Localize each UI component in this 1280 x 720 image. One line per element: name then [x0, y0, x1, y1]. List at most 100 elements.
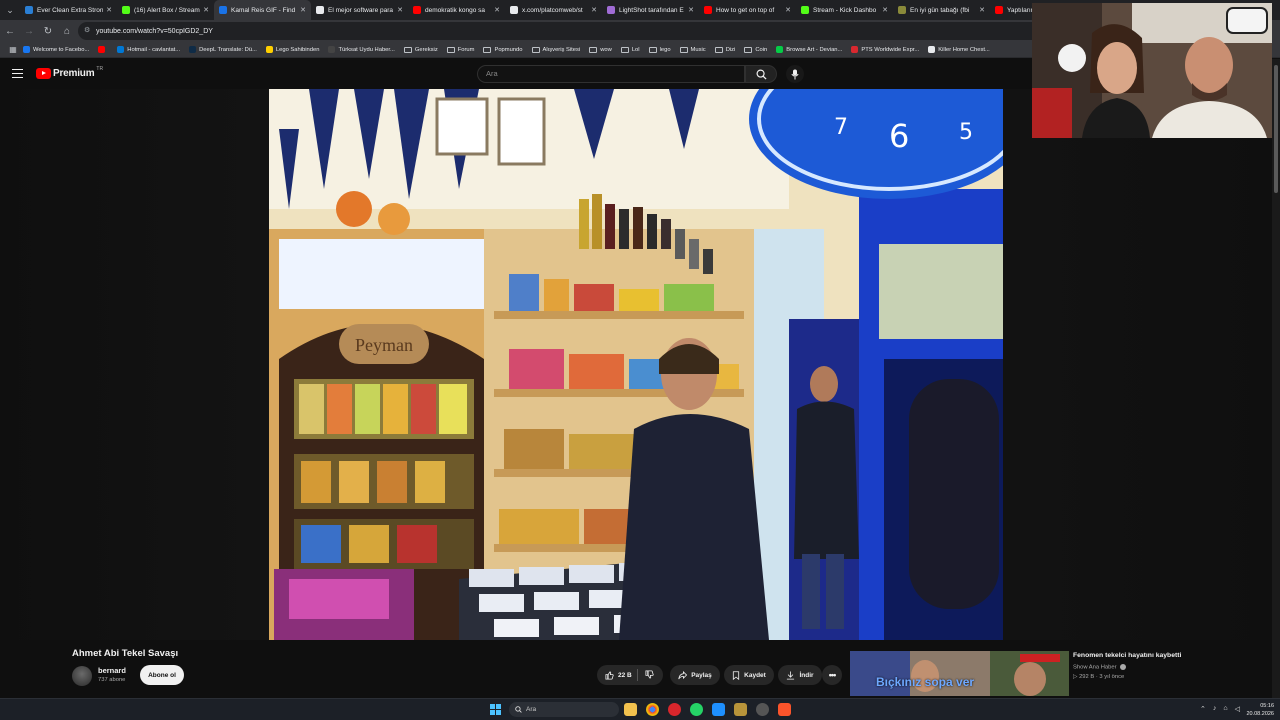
browser-tab[interactable]: demokratik kongo sa ✕ [408, 0, 505, 20]
forward-icon[interactable]: → [20, 22, 38, 40]
system-tray: ⌃ ♪ ⌂ ◁ [1200, 705, 1240, 713]
bookmark-folder[interactable]: Popmundo [483, 46, 523, 53]
folder-icon [620, 46, 629, 53]
bookmark-item[interactable]: Türksat Uydu Haber... [328, 46, 395, 53]
bookmark-folder[interactable]: lego [648, 46, 671, 53]
edge-icon[interactable] [712, 703, 725, 716]
clock-date: 20.08.2026 [1246, 711, 1274, 717]
bookmark-item[interactable]: Welcome to Facebo... [23, 46, 89, 53]
tab-close-icon[interactable]: ✕ [882, 6, 888, 14]
recommended-title[interactable]: Fenomen tekelci hayatını kaybetti [1073, 652, 1181, 659]
recommended-thumbnail[interactable]: Bıçkınız sopa ver [850, 651, 1069, 696]
bookmark-item[interactable]: Lego Sahibinden [265, 46, 319, 53]
bookmark-item[interactable]: PTS Worldwide Expr... [851, 46, 919, 53]
clock-number: 6 [889, 117, 909, 155]
browser-tab[interactable]: El mejor software para ✕ [311, 0, 408, 20]
page-scrollbar[interactable] [1272, 59, 1280, 698]
address-text: youtube.com/watch?v=50cpIGD2_DY [96, 27, 213, 35]
brave-icon[interactable] [778, 703, 791, 716]
apps-grid-icon[interactable]: ▦ [7, 41, 19, 59]
scrollbar-thumb[interactable] [1274, 65, 1278, 193]
like-button[interactable]: 22 B [597, 665, 663, 685]
download-button[interactable]: İndir [778, 665, 822, 685]
search-input[interactable]: Ara [477, 65, 745, 83]
site-info-icon[interactable]: ⚙ [84, 26, 90, 34]
tab-close-icon[interactable]: ✕ [106, 6, 112, 14]
obs-icon[interactable] [756, 703, 769, 716]
tab-favicon-icon [122, 6, 130, 14]
youtube-logo[interactable]: Premium TR [36, 66, 103, 79]
tab-close-icon[interactable]: ✕ [494, 6, 500, 14]
bookmark-label: PTS Worldwide Expr... [861, 46, 920, 53]
tab-close-icon[interactable]: ✕ [300, 6, 306, 14]
bookmark-folder[interactable]: Coin [744, 46, 768, 53]
save-button[interactable]: Kaydet [724, 665, 774, 685]
tab-title: En iyi gün tabağı (fbi [910, 6, 970, 14]
browser-tab[interactable]: Stream - Kick Dashbo ✕ [796, 0, 893, 20]
browser-tab[interactable]: Ever Clean Extra Strong ✕ [20, 0, 117, 20]
browser-tab[interactable]: LightShot tarafından E ✕ [602, 0, 699, 20]
chrome-icon[interactable] [646, 703, 659, 716]
search-button[interactable] [745, 65, 777, 83]
bookmark-folder[interactable]: Lol [620, 46, 640, 53]
voice-search-button[interactable] [786, 65, 804, 83]
bookmark-label: Killer Home Chest... [938, 46, 990, 53]
thumbs-down-icon[interactable] [645, 670, 654, 679]
bookmark-folder[interactable]: Dizi [714, 46, 735, 53]
channel-avatar[interactable] [72, 666, 92, 686]
video-player[interactable]: Peyman 7 6 5 [269, 89, 1003, 640]
bookmark-folder[interactable]: Alışveriş Sitesi [531, 46, 580, 53]
share-button[interactable]: Paylaş [670, 665, 720, 685]
tab-search-icon[interactable]: ⌄ [0, 0, 20, 20]
browser-tab[interactable]: x.com/platcomweb/st ✕ [505, 0, 602, 20]
windows-start-icon[interactable] [490, 704, 501, 715]
tab-close-icon[interactable]: ✕ [785, 6, 791, 14]
whatsapp-icon[interactable] [690, 703, 703, 716]
download-label: İndir [799, 671, 814, 679]
channel-name[interactable]: bernard [98, 666, 126, 675]
more-actions-button[interactable]: ••• [822, 665, 842, 685]
tab-title: demokratik kongo sa [425, 6, 485, 14]
menu-icon[interactable] [12, 69, 23, 78]
taskbar-search[interactable]: Ara [509, 702, 619, 717]
bookmark-label: Türksat Uydu Haber... [338, 46, 395, 53]
tab-close-icon[interactable]: ✕ [203, 6, 209, 14]
bookmark-item[interactable]: DeepL Translate: Dü... [189, 46, 257, 53]
bookmark-label: Lol [631, 46, 640, 53]
opera-icon[interactable] [668, 703, 681, 716]
tab-close-icon[interactable]: ✕ [979, 6, 985, 14]
tab-favicon-icon [801, 6, 809, 14]
subscribe-button[interactable]: Abone ol [140, 665, 184, 685]
share-icon [678, 670, 688, 679]
tab-favicon-icon [316, 6, 324, 14]
bookmark-folder[interactable]: Music [679, 46, 706, 53]
tab-close-icon[interactable]: ✕ [591, 6, 597, 14]
browser-tab[interactable]: (16) Alert Box / Stream ✕ [117, 0, 214, 20]
bookmark-item[interactable]: Browse Art - Devian... [776, 46, 842, 53]
bookmark-item[interactable]: Hotmail - cavlantat... [117, 46, 180, 53]
bookmark-folder[interactable]: wow [589, 46, 612, 53]
back-icon[interactable]: ← [1, 22, 19, 40]
browser-tab[interactable]: How to get on top of ✕ [699, 0, 796, 20]
file-explorer-icon[interactable] [624, 703, 637, 716]
game-app-icon[interactable] [734, 703, 747, 716]
reload-icon[interactable]: ↻ [39, 22, 57, 40]
folder-icon [531, 46, 540, 53]
tab-close-icon[interactable]: ✕ [397, 6, 403, 14]
bookmark-item[interactable] [98, 46, 108, 53]
home-icon[interactable]: ⌂ [58, 22, 76, 40]
browser-tab[interactable]: En iyi gün tabağı (fbi ✕ [893, 0, 990, 20]
bookmark-label: Coin [755, 46, 768, 53]
bookmark-favicon-icon [117, 46, 125, 53]
tray-overflow-icon[interactable]: ⌃ [1200, 705, 1206, 713]
taskbar-clock[interactable]: 05:16 20.08.2026 [1238, 702, 1274, 718]
network-icon[interactable]: ⌂ [1223, 705, 1227, 713]
browser-tab[interactable]: Kamal Reis GIF - Find & ✕ [214, 0, 311, 20]
tab-favicon-icon [25, 6, 33, 14]
bookmark-item[interactable]: Killer Home Chest... [928, 46, 990, 53]
bookmark-folder[interactable]: Forum [446, 46, 474, 53]
tab-close-icon[interactable]: ✕ [688, 6, 694, 14]
recommended-channel[interactable]: Show Ana Haber [1073, 664, 1127, 671]
microphone-icon[interactable]: ♪ [1213, 705, 1217, 713]
bookmark-folder[interactable]: Gereksiz [403, 46, 438, 53]
